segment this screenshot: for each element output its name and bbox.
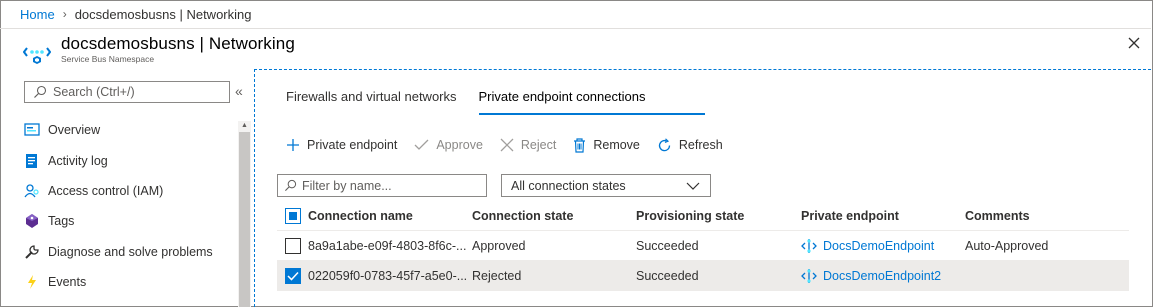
connection-states-value: All connection states [511,178,626,193]
toolbar: Private endpoint Approve Reject Remove R… [286,134,740,156]
connection-states-dropdown[interactable]: All connection states [501,174,711,197]
refresh-label: Refresh [678,138,723,152]
sidebar-item-label: Overview [48,123,101,138]
sidebar-item-activity-log[interactable]: Activity log [0,145,236,175]
refresh-icon [657,137,672,153]
sidebar-search-placeholder: Search (Ctrl+/) [53,85,135,99]
add-private-endpoint-label: Private endpoint [307,138,398,152]
private-endpoint-name: DocsDemoEndpoint [823,239,935,253]
reject-button[interactable]: Reject [500,138,556,152]
select-all-checkbox[interactable] [285,208,301,224]
overview-icon [24,122,40,138]
provisioning-state-cell: Succeeded [636,269,699,283]
chevron-right-icon: › [62,7,67,21]
reject-label: Reject [520,138,557,152]
table-header-row: Connection name Connection state Provisi… [277,201,1129,231]
sidebar-scrollbar[interactable]: ▲ [238,121,251,307]
sidebar-search-input[interactable]: Search (Ctrl+/) [24,81,230,103]
sidebar-item-tags[interactable]: Tags [0,206,236,236]
sidebar-item-diagnose[interactable]: Diagnose and solve problems [0,237,236,267]
private-endpoint-name: DocsDemoEndpoint2 [823,269,942,283]
tab-bar: Firewalls and virtual networks Private e… [286,89,727,115]
tab-private-endpoint-connections[interactable]: Private endpoint connections [478,89,706,115]
page-header: docsdemosbusns | Networking Service Bus … [0,30,1151,68]
tag-icon [24,213,40,229]
provisioning-state-cell: Succeeded [636,239,699,253]
filter-placeholder: Filter by name... [302,178,392,193]
filter-by-name-input[interactable]: Filter by name... [277,174,487,197]
sidebar-item-label: Diagnose and solve problems [48,244,213,259]
search-icon [284,179,297,192]
connection-state-cell: Approved [472,239,526,253]
scroll-up-icon[interactable]: ▲ [238,121,251,131]
lightning-icon [24,274,40,290]
column-header-connection-name[interactable]: Connection name [308,201,468,231]
remove-label: Remove [593,138,640,152]
plus-icon [286,138,300,152]
close-icon[interactable] [1123,32,1145,54]
comments-cell: Auto-Approved [965,239,1049,253]
private-endpoint-link[interactable]: DocsDemoEndpoint2 [801,268,941,284]
connection-state-cell: Rejected [472,269,522,283]
checkmark-icon [287,271,299,281]
connection-name-cell: 8a9a1abe-e09f-4803-8f6c-... [308,239,467,253]
add-private-endpoint-button[interactable]: Private endpoint [286,138,397,152]
checkmark-icon [414,138,429,152]
column-header-provisioning-state[interactable]: Provisioning state [636,201,796,231]
wrench-icon [24,244,40,260]
main-content: Firewalls and virtual networks Private e… [254,69,1151,307]
private-endpoint-icon [801,239,817,253]
remove-button[interactable]: Remove [573,137,640,153]
tab-firewalls[interactable]: Firewalls and virtual networks [286,89,457,115]
page-title: docsdemosbusns | Networking [61,34,295,53]
row-checkbox[interactable] [285,268,301,284]
connection-name-cell: 022059f0-0783-45f7-a5e0-... [308,269,468,283]
connections-table: Connection name Connection state Provisi… [277,201,1129,291]
chevron-down-icon [686,182,700,190]
table-row[interactable]: 022059f0-0783-45f7-a5e0-... Rejected Suc… [277,261,1129,291]
row-checkbox[interactable] [285,238,301,254]
reject-x-icon [500,138,514,152]
breadcrumb: Home › docsdemosbusns | Networking [0,0,1151,29]
sidebar-item-label: Access control (IAM) [48,183,164,198]
refresh-button[interactable]: Refresh [657,137,723,153]
column-header-connection-state[interactable]: Connection state [472,201,632,231]
sidebar-item-access-control[interactable]: Access control (IAM) [0,176,236,206]
private-endpoint-link[interactable]: DocsDemoEndpoint [801,238,934,254]
scrollbar-thumb[interactable] [239,132,250,307]
service-bus-icon [23,47,51,64]
sidebar: Search (Ctrl+/) « Overview Activity log … [0,69,253,307]
sidebar-nav: Overview Activity log Access control (IA… [0,115,236,297]
sidebar-item-label: Events [48,275,87,290]
collapse-sidebar-icon[interactable]: « [235,83,249,101]
page-subtitle: Service Bus Namespace [61,54,155,64]
sidebar-item-overview[interactable]: Overview [0,115,236,145]
sidebar-item-label: Activity log [48,153,108,168]
sidebar-item-label: Tags [48,214,75,229]
trash-icon [573,137,586,153]
breadcrumb-home-link[interactable]: Home [20,7,55,22]
approve-label: Approve [436,138,483,152]
private-endpoint-icon [801,269,817,283]
search-icon [34,85,47,98]
table-row[interactable]: 8a9a1abe-e09f-4803-8f6c-... Approved Suc… [277,231,1129,261]
column-header-private-endpoint[interactable]: Private endpoint [801,201,961,231]
column-header-comments[interactable]: Comments [965,201,1125,231]
breadcrumb-current: docsdemosbusns | Networking [74,6,252,22]
access-control-icon [24,183,40,199]
approve-button[interactable]: Approve [414,138,483,152]
sidebar-item-events[interactable]: Events [0,267,236,297]
comments-cell [965,261,1125,291]
activity-log-icon [24,153,40,169]
